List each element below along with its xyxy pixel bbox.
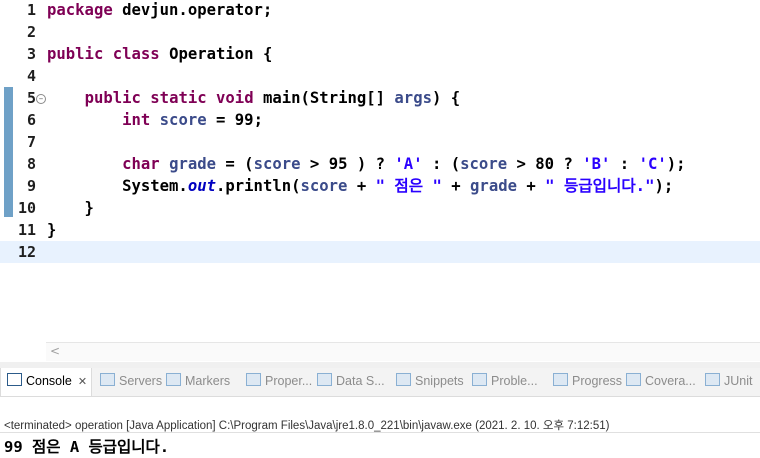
code-text[interactable]: int score = 99;: [47, 109, 263, 131]
line-number: 6: [26, 111, 36, 129]
code-text[interactable]: public static void main(String[] args) {: [47, 87, 461, 109]
tab-label: Servers: [119, 374, 163, 388]
tab-data-source[interactable]: Data S...: [311, 368, 388, 396]
tab-label: JUnit: [724, 374, 753, 388]
code-text[interactable]: char grade = (score > 95 ) ? 'A' : (scor…: [47, 153, 685, 175]
code-editor[interactable]: 1 package devjun.operator; 2 3 public class …: [0, 0, 760, 362]
code-text[interactable]: }: [47, 219, 56, 241]
line-number: 11: [17, 221, 36, 239]
tab-label: Data S...: [336, 374, 385, 388]
console-divider: [0, 432, 760, 433]
line-number: 5: [26, 89, 36, 107]
data-source-icon: [317, 373, 332, 386]
line-number: 4: [26, 67, 36, 85]
code-line[interactable]: 11}: [0, 219, 760, 241]
line-number: 8: [26, 155, 36, 173]
code-line[interactable]: 8 char grade = (score > 95 ) ? 'A' : (sc…: [0, 153, 760, 175]
tab-problems[interactable]: Proble...: [466, 368, 545, 396]
scroll-left-icon[interactable]: <: [50, 344, 60, 358]
console-view: <terminated> operation [Java Application…: [0, 397, 760, 458]
snippets-icon: [396, 373, 411, 386]
code-line[interactable]: 2: [0, 21, 760, 43]
code-text[interactable]: System.out.println(score + " 점은 " + grad…: [47, 175, 673, 197]
code-line[interactable]: 3 public class Operation {: [0, 43, 760, 65]
tab-properties[interactable]: Proper...: [240, 368, 313, 396]
tab-label: Proper...: [265, 374, 313, 388]
coverage-icon: [626, 373, 641, 386]
code-line[interactable]: 1 package devjun.operator;: [0, 0, 760, 21]
junit-icon: [705, 373, 720, 386]
line-number: 12: [17, 243, 36, 261]
markers-icon: [166, 373, 181, 386]
servers-icon: [100, 373, 115, 386]
progress-icon: [553, 373, 568, 386]
horizontal-scrollbar[interactable]: <: [46, 342, 760, 361]
code-line[interactable]: 4: [0, 65, 760, 87]
code-text[interactable]: public class Operation {: [47, 43, 272, 65]
code-line[interactable]: 9 System.out.println(score + " 점은 " + gr…: [0, 175, 760, 197]
line-number: 10: [17, 199, 36, 217]
tab-label: Proble...: [491, 374, 538, 388]
properties-icon: [246, 373, 261, 386]
tab-label: Progress: [572, 374, 623, 388]
tab-label: Console: [26, 374, 72, 388]
code-line[interactable]: 7: [0, 131, 760, 153]
tab-servers[interactable]: Servers: [94, 368, 162, 396]
tab-coverage[interactable]: Covera...: [620, 368, 697, 396]
console-status-text: <terminated> operation [Java Application…: [4, 420, 610, 432]
code-text[interactable]: package devjun.operator;: [47, 0, 272, 21]
code-text[interactable]: }: [47, 197, 94, 219]
tab-progress[interactable]: Progress: [547, 368, 622, 396]
line-number: 9: [26, 177, 36, 195]
tab-markers[interactable]: Markers: [160, 368, 238, 396]
console-output: 99 점은 A 등급입니다.: [4, 438, 170, 456]
problems-icon: [472, 373, 487, 386]
tab-console[interactable]: Console ✕: [0, 368, 92, 396]
code-line[interactable]: 10 }: [0, 197, 760, 219]
close-icon[interactable]: ✕: [78, 376, 87, 388]
line-number: 7: [26, 133, 36, 151]
fold-toggle-icon[interactable]: −: [36, 94, 46, 104]
tab-label: Snippets: [415, 374, 464, 388]
line-number: 3: [26, 45, 36, 63]
line-number: 1: [26, 1, 36, 19]
code-line[interactable]: 6 int score = 99;: [0, 109, 760, 131]
tab-snippets[interactable]: Snippets: [390, 368, 464, 396]
tab-junit[interactable]: JUnit: [699, 368, 757, 396]
line-number: 2: [26, 23, 36, 41]
bottom-panel-tabs: Console ✕ Servers Markers Proper... Data S...…: [0, 368, 760, 397]
console-icon: [7, 373, 22, 386]
code-line[interactable]: 5− public static void main(String[] args…: [0, 87, 760, 109]
tab-label: Covera...: [645, 374, 696, 388]
code-line[interactable]: 12: [0, 241, 760, 263]
tab-label: Markers: [185, 374, 231, 388]
